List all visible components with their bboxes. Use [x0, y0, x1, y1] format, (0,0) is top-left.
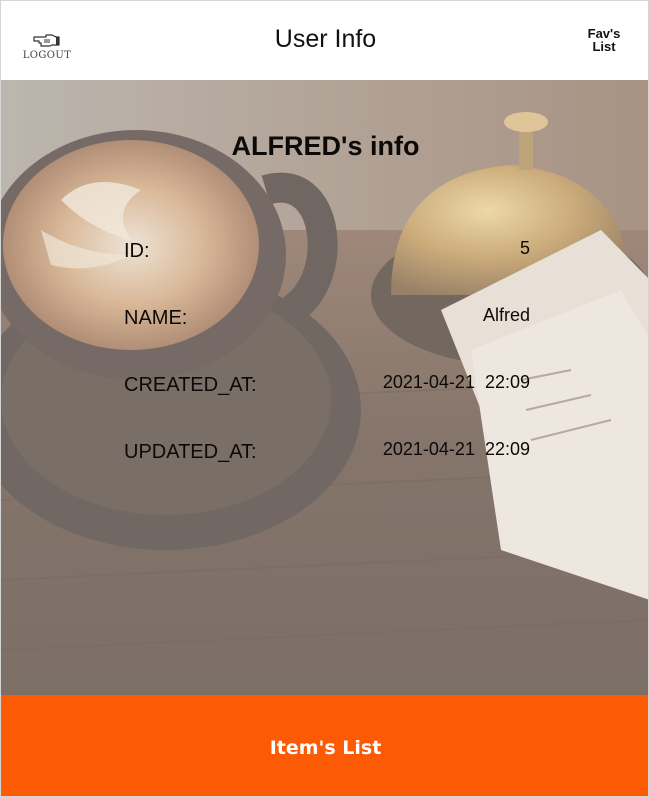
items-list-label: Item's List — [269, 737, 382, 759]
field-row-created-at: CREATED_AT: 2021-04-21 22:09 — [124, 372, 530, 400]
field-label-updated-at: UPDATED_AT: — [124, 441, 257, 463]
field-label-id: ID: — [124, 240, 150, 262]
background-area: ALFRED's info ID: 5 NAME: Alfred CREATED… — [1, 80, 648, 695]
items-list-button[interactable]: Item's List — [1, 695, 648, 796]
app-frame: LOGOUT User Info Fav's List ALFRED's inf… — [0, 0, 649, 797]
field-value-created-at: 2021-04-21 22:09 — [382, 372, 530, 392]
field-row-id: ID: 5 — [124, 238, 530, 266]
field-value-name: Alfred — [482, 305, 530, 325]
page-title: User Info — [274, 25, 377, 53]
favs-list-label-line2: List — [592, 39, 616, 54]
favs-list-button[interactable]: Fav's List — [577, 27, 631, 53]
user-info-heading: ALFRED's info — [231, 131, 420, 161]
field-value-id: 5 — [519, 238, 530, 258]
top-bar: LOGOUT User Info Fav's List — [1, 1, 648, 80]
field-label-created-at: CREATED_AT: — [124, 374, 257, 396]
field-value-updated-at: 2021-04-21 22:09 — [382, 439, 530, 459]
field-row-updated-at: UPDATED_AT: 2021-04-21 22:09 — [124, 439, 530, 467]
field-row-name: NAME: Alfred — [124, 305, 530, 333]
field-label-name: NAME: — [124, 307, 188, 329]
